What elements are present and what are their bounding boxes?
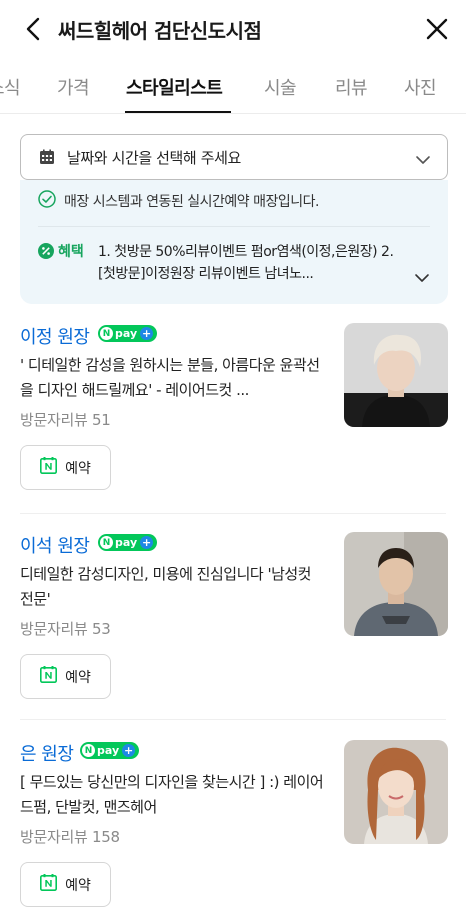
naver-pay-badge: Npay + <box>98 534 158 551</box>
visitor-review-count: 방문자리뷰 51 <box>20 411 111 429</box>
designer-card[interactable]: 은 원장 Npay + [ 무드있는 당신만의 디자인을 찾는시간 ] :) 레이… <box>0 740 466 917</box>
naver-n-icon: N <box>100 536 113 549</box>
realtime-notice-text: 매장 시스템과 연동된 실시간예약 매장입니다. <box>64 194 319 210</box>
calendar-icon <box>39 149 55 169</box>
realtime-info-box: 매장 시스템과 연동된 실시간예약 매장입니다. 혜택 1. 첫방문 50%리뷰… <box>20 180 448 304</box>
designer-name[interactable]: 이석 원장 <box>20 532 90 558</box>
npay-label: pay <box>115 327 138 340</box>
tab-price[interactable]: 가격 <box>57 74 90 100</box>
date-select-placeholder: 날짜와 시간을 선택해 주세요 <box>67 149 241 167</box>
visitor-review-count: 방문자리뷰 53 <box>20 620 111 638</box>
divider <box>38 226 430 227</box>
designer-photo[interactable] <box>344 740 448 844</box>
reserve-label: 예약 <box>65 877 91 894</box>
npay-label: pay <box>115 536 138 549</box>
plus-icon: + <box>140 327 154 340</box>
divider <box>20 513 446 514</box>
designer-card[interactable]: 이석 원장 Npay + 디테일한 감성디자인, 미용에 진심입니다 '남성컷 전… <box>0 532 466 740</box>
tab-news[interactable]: 소식 <box>0 74 21 100</box>
back-arrow-icon[interactable] <box>16 12 50 46</box>
designer-description: 디테일한 감성디자인, 미용에 진심입니다 '남성컷 전문' <box>20 565 311 608</box>
reserve-button[interactable]: 예약 <box>20 654 111 699</box>
naver-pay-badge: Npay + <box>80 742 140 759</box>
designer-photo[interactable] <box>344 323 448 427</box>
designer-description: ' 디테일한 감성을 원하시는 분들, 아름다운 윤곽선을 디자인 해드릴께요'… <box>20 356 320 399</box>
date-time-select[interactable]: 날짜와 시간을 선택해 주세요 <box>20 134 448 180</box>
naver-booking-icon <box>40 457 58 478</box>
check-circle-icon <box>38 190 56 212</box>
benefit-label: 혜택 <box>58 244 84 260</box>
realtime-notice: 매장 시스템과 연동된 실시간예약 매장입니다. <box>38 190 319 212</box>
benefit-text: 1. 첫방문 50%리뷰이벤트 펌or염색(이정,은원장) 2. [첫방문]이정… <box>98 244 394 282</box>
tab-stylist[interactable]: 스타일리스트 <box>126 74 223 100</box>
designer-card[interactable]: 이정 원장 Npay + ' 디테일한 감성을 원하시는 분들, 아름다운 윤곽선… <box>0 323 466 531</box>
reserve-label: 예약 <box>65 460 91 477</box>
benefit-percent-icon <box>38 243 54 263</box>
reserve-button[interactable]: 예약 <box>20 862 111 907</box>
naver-booking-icon <box>40 666 58 687</box>
designer-name[interactable]: 이정 원장 <box>20 323 90 349</box>
naver-n-icon: N <box>82 744 95 757</box>
header-bar: 써드힐헤어 검단신도시점 <box>0 0 466 58</box>
plus-icon: + <box>140 536 154 549</box>
naver-n-icon: N <box>100 327 113 340</box>
reserve-label: 예약 <box>65 669 91 686</box>
active-tab-indicator <box>125 111 231 113</box>
tab-treatment[interactable]: 시술 <box>264 74 297 100</box>
designer-photo[interactable] <box>344 532 448 636</box>
designer-description: [ 무드있는 당신만의 디자인을 찾는시간 ] :) 레이어드펌, 단발컷, 맨… <box>20 773 324 816</box>
visitor-review-count: 방문자리뷰 158 <box>20 828 120 846</box>
tab-review[interactable]: 리뷰 <box>335 74 368 100</box>
close-icon[interactable] <box>420 12 454 46</box>
npay-label: pay <box>97 744 120 757</box>
tab-bar: 소식 가격 스타일리스트 시술 리뷰 사진 <box>0 58 466 114</box>
naver-pay-badge: Npay + <box>98 325 158 342</box>
divider <box>20 719 446 720</box>
page-title: 써드힐헤어 검단신도시점 <box>58 19 262 43</box>
designer-name[interactable]: 은 원장 <box>20 740 74 766</box>
naver-booking-icon <box>40 874 58 895</box>
chevron-down-icon <box>415 150 431 169</box>
reserve-button[interactable]: 예약 <box>20 445 111 490</box>
benefit-expand-chevron-icon[interactable] <box>414 268 430 287</box>
plus-icon: + <box>122 744 136 757</box>
tab-photo[interactable]: 사진 <box>404 74 437 100</box>
